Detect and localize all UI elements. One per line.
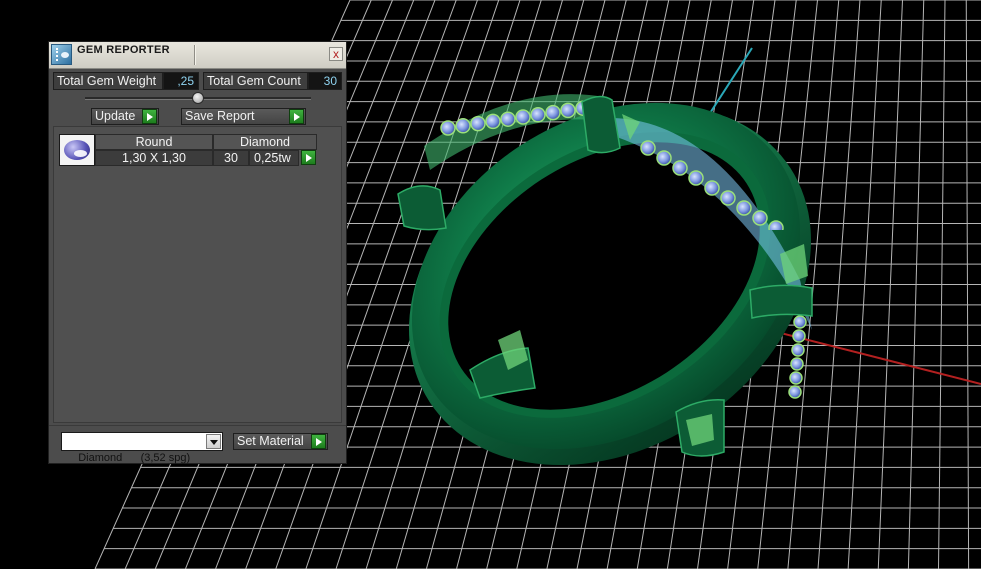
- gem-weight-cell: 0,25tw: [249, 150, 299, 166]
- gem-shape-header: Round: [95, 134, 213, 150]
- round-diamond-icon[interactable]: [59, 134, 95, 166]
- gem-row-go-button[interactable]: [301, 150, 316, 165]
- gem-reporter-icon: [51, 44, 72, 65]
- material-select[interactable]: Diamond (3,52 spg): [61, 432, 223, 464]
- bottom-divider: [49, 425, 346, 426]
- gem-reporter-panel: GEM REPORTER x Total Gem Weight ,25 Tota…: [48, 41, 347, 464]
- gem-count-cell: 30: [213, 150, 249, 166]
- total-gem-weight-value: ,25: [163, 72, 199, 90]
- close-button[interactable]: x: [329, 47, 343, 61]
- update-button[interactable]: Update: [91, 108, 159, 125]
- gem-list: Round Diamond 1,30 X 1,30 30 0,25tw: [53, 126, 342, 423]
- play-arrow-icon: [311, 434, 326, 449]
- gem-material-header: Diamond: [213, 134, 317, 150]
- total-gem-count-label: Total Gem Count: [203, 72, 308, 90]
- panel-title: GEM REPORTER: [77, 44, 170, 56]
- ring-model[interactable]: [341, 31, 879, 539]
- save-report-button[interactable]: Save Report: [181, 108, 306, 125]
- update-button-label: Update: [95, 109, 136, 123]
- material-select-value: Diamond (3,52 spg): [78, 452, 191, 464]
- set-material-button[interactable]: Set Material: [233, 433, 328, 450]
- play-arrow-icon: [289, 109, 304, 124]
- close-icon: x: [333, 47, 339, 61]
- titlebar-divider: [194, 45, 195, 65]
- play-arrow-icon: [142, 109, 157, 124]
- total-gem-weight-label: Total Gem Weight: [53, 72, 163, 90]
- set-material-button-label: Set Material: [237, 434, 304, 448]
- slider-handle[interactable]: [192, 92, 204, 104]
- total-gem-count-value: 30: [308, 72, 342, 90]
- panel-titlebar[interactable]: GEM REPORTER x: [49, 42, 346, 69]
- chevron-down-icon[interactable]: [206, 434, 221, 449]
- gem-highlight: [74, 150, 87, 157]
- save-report-button-label: Save Report: [185, 109, 255, 123]
- gem-size-cell: 1,30 X 1,30: [95, 150, 213, 166]
